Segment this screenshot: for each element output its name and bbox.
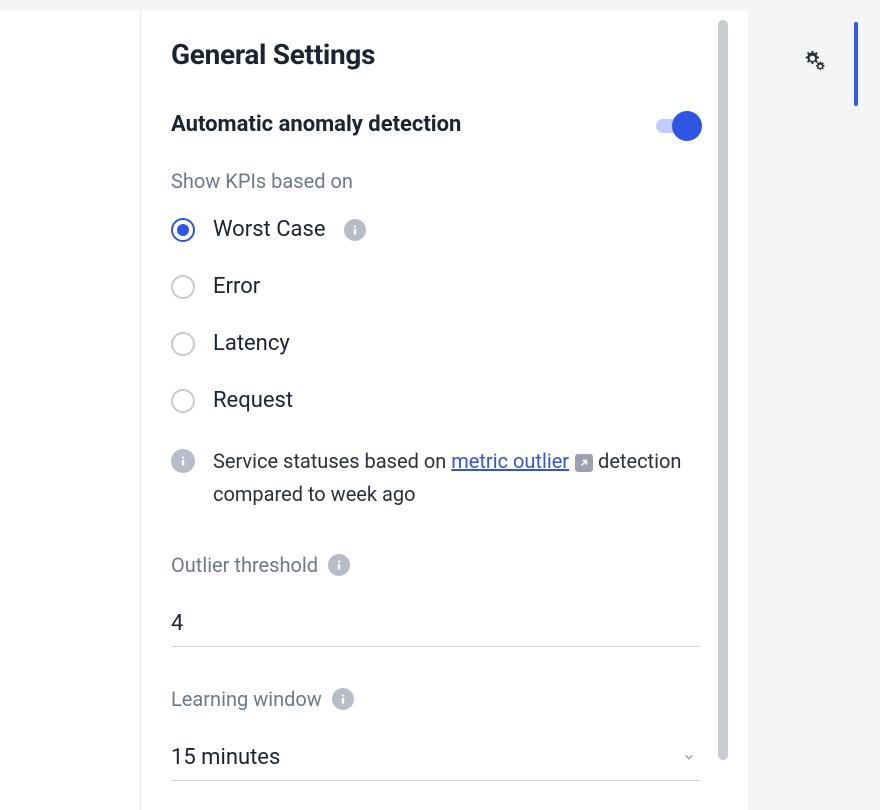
gears-icon[interactable]	[801, 48, 827, 78]
radio-indicator	[171, 389, 195, 413]
metric-outlier-link[interactable]: metric outlier	[451, 449, 569, 473]
learning-window-field: Learning window 15 minutes	[171, 687, 700, 781]
external-link-icon	[575, 454, 593, 472]
learning-window-select[interactable]: 15 minutes	[171, 735, 700, 781]
radio-indicator	[171, 275, 195, 299]
radio-indicator	[171, 332, 195, 356]
kpi-basis-label: Show KPIs based on	[171, 169, 700, 193]
anomaly-detection-label: Automatic anomaly detection	[171, 112, 461, 137]
kpi-radio-worst-case[interactable]: Worst Case	[171, 217, 700, 242]
radio-indicator	[171, 218, 195, 242]
right-accent-bar	[854, 22, 858, 106]
info-icon[interactable]	[332, 688, 354, 710]
left-gutter	[0, 10, 141, 810]
outlier-threshold-label: Outlier threshold	[171, 553, 700, 577]
radio-label: Worst Case	[213, 217, 326, 242]
right-gutter	[748, 10, 880, 810]
radio-label: Latency	[213, 331, 290, 356]
radio-label: Request	[213, 388, 293, 413]
kpi-radio-latency[interactable]: Latency	[171, 331, 700, 356]
status-note-text: Service statuses based on metric outlier…	[213, 445, 700, 511]
page-title: General Settings	[171, 38, 700, 71]
radio-label: Error	[213, 274, 260, 299]
kpi-basis-label-text: Show KPIs based on	[171, 169, 353, 193]
settings-panel: General Settings Automatic anomaly detec…	[141, 10, 730, 810]
outlier-threshold-label-text: Outlier threshold	[171, 553, 318, 577]
learning-window-label-text: Learning window	[171, 687, 322, 711]
anomaly-detection-toggle[interactable]	[644, 109, 700, 139]
kpi-radio-request[interactable]: Request	[171, 388, 700, 413]
scrollbar[interactable]	[718, 20, 728, 760]
learning-window-label: Learning window	[171, 687, 700, 711]
info-icon	[171, 449, 195, 473]
kpi-radio-error[interactable]: Error	[171, 274, 700, 299]
anomaly-detection-row: Automatic anomaly detection	[171, 109, 700, 139]
panel-divider	[730, 10, 748, 810]
outlier-threshold-field: Outlier threshold	[171, 553, 700, 647]
note-prefix: Service statuses based on	[213, 449, 451, 473]
status-note: Service statuses based on metric outlier…	[171, 445, 700, 511]
info-icon[interactable]	[328, 554, 350, 576]
kpi-radio-group: Worst Case Error Latency Request	[171, 217, 700, 413]
outlier-threshold-input[interactable]	[171, 601, 700, 647]
info-icon[interactable]	[344, 219, 366, 241]
